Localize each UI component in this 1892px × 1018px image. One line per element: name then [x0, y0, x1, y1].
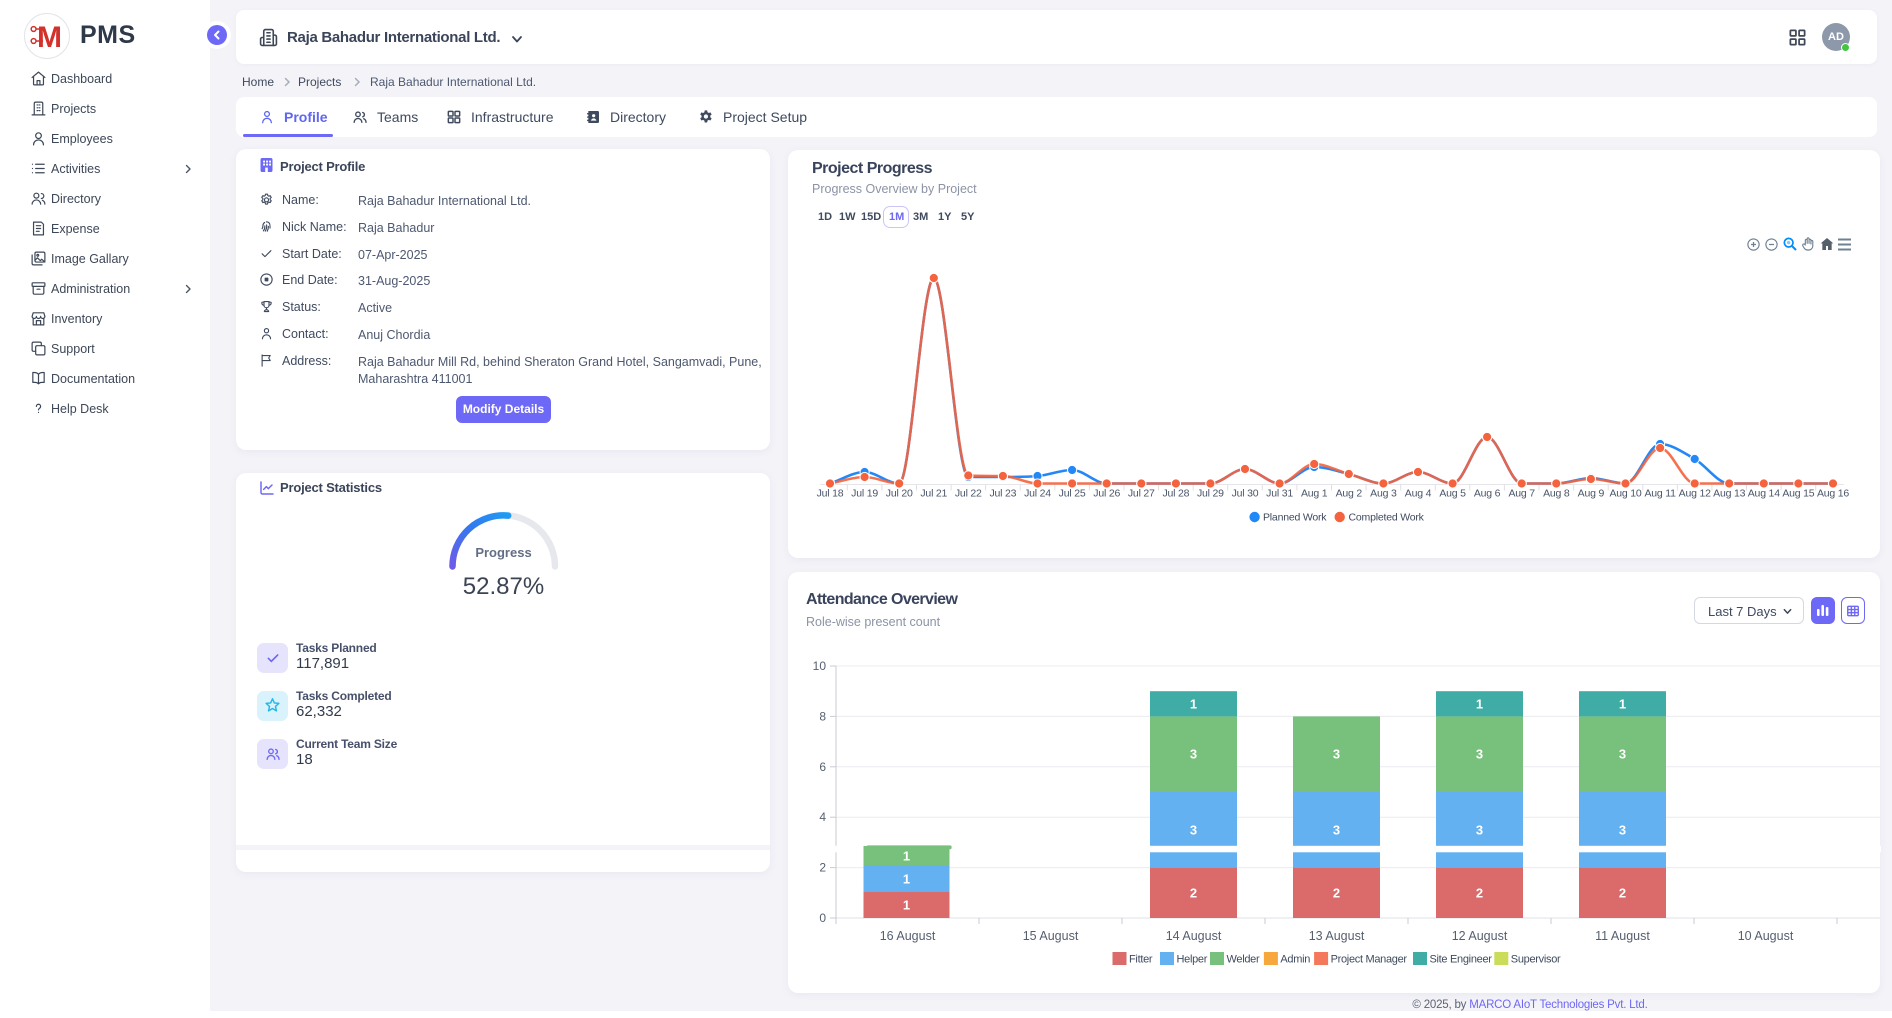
svg-text:12 August: 12 August	[1452, 929, 1508, 943]
svg-text:2: 2	[1333, 885, 1340, 900]
svg-text:2: 2	[1190, 885, 1197, 900]
svg-text:2: 2	[1476, 885, 1483, 900]
svg-text:3: 3	[1333, 747, 1340, 762]
svg-text:13 August: 13 August	[1309, 929, 1365, 943]
svg-text:3: 3	[1190, 747, 1197, 762]
svg-text:Project Manager: Project Manager	[1331, 954, 1408, 966]
svg-text:Admin: Admin	[1280, 954, 1310, 966]
svg-text:Site Engineer: Site Engineer	[1430, 954, 1493, 966]
svg-text:14 August: 14 August	[1166, 929, 1222, 943]
svg-text:11 August: 11 August	[1595, 929, 1650, 943]
svg-text:8: 8	[819, 709, 826, 723]
svg-text:Fitter: Fitter	[1129, 954, 1153, 966]
svg-text:1: 1	[1619, 696, 1626, 711]
svg-text:Helper: Helper	[1177, 954, 1208, 966]
svg-text:4: 4	[819, 810, 826, 824]
svg-text:16 August: 16 August	[880, 929, 936, 943]
svg-text:3: 3	[1619, 822, 1626, 837]
svg-text:1: 1	[903, 898, 910, 913]
svg-text:3: 3	[1619, 747, 1626, 762]
svg-text:Supervisor: Supervisor	[1511, 954, 1561, 966]
svg-text:Welder: Welder	[1227, 954, 1260, 966]
svg-text:3: 3	[1476, 822, 1483, 837]
svg-text:3: 3	[1190, 822, 1197, 837]
svg-text:15 August: 15 August	[1023, 929, 1079, 943]
svg-text:2: 2	[1619, 885, 1626, 900]
svg-text:6: 6	[819, 760, 826, 774]
svg-text:1: 1	[1190, 696, 1197, 711]
svg-text:3: 3	[1333, 822, 1340, 837]
svg-text:3: 3	[1476, 747, 1483, 762]
svg-text:1: 1	[903, 849, 910, 864]
svg-text:10: 10	[813, 659, 827, 673]
svg-text:0: 0	[819, 911, 826, 925]
svg-text:1: 1	[903, 872, 910, 887]
svg-text:1: 1	[1476, 696, 1483, 711]
svg-text:10 August: 10 August	[1738, 929, 1794, 943]
svg-text:2: 2	[819, 861, 826, 875]
